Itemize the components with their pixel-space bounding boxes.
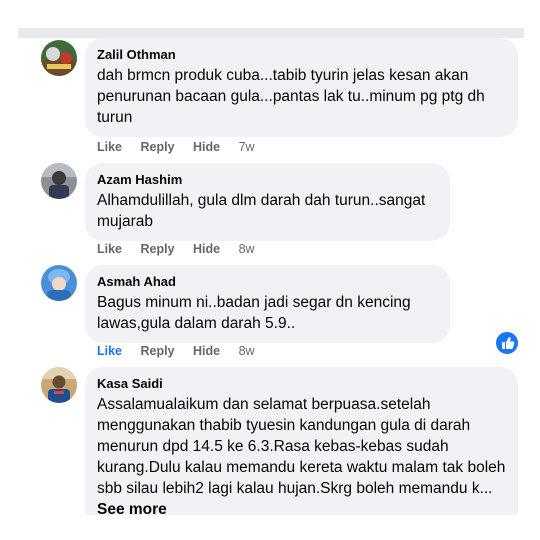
reply-button[interactable]: Reply — [141, 140, 175, 154]
like-button[interactable]: Like — [97, 344, 122, 358]
avatar[interactable] — [41, 367, 77, 403]
like-thumb-icon[interactable] — [494, 330, 520, 356]
comment-timestamp[interactable]: 7w — [239, 140, 255, 154]
hide-button[interactable]: Hide — [193, 344, 220, 358]
like-button[interactable]: Like — [97, 140, 122, 154]
comment-actions: Like Reply Hide 7w — [97, 139, 270, 155]
comment-actions: Like Reply Hide 8w — [97, 343, 270, 359]
comment-bubble: Azam Hashim Alhamdulillah, gula dlm dara… — [85, 163, 450, 241]
comment-bubble: Kasa Saidi Assalamualaikum dan selamat b… — [85, 367, 518, 515]
hide-button[interactable]: Hide — [193, 140, 220, 154]
comment-author[interactable]: Asmah Ahad — [97, 273, 438, 290]
comment-text: Alhamdulillah, gula dlm darah dah turun.… — [97, 192, 426, 230]
comments-panel: Zalil Othman dah brmcn produk cuba...tab… — [18, 28, 524, 515]
hide-button[interactable]: Hide — [193, 242, 220, 256]
comment-author[interactable]: Zalil Othman — [97, 46, 506, 63]
comment-text-body: Assalamualaikum dan selamat berpuasa.set… — [97, 396, 506, 497]
reply-button[interactable]: Reply — [141, 242, 175, 256]
like-button[interactable]: Like — [97, 242, 122, 256]
avatar[interactable] — [41, 163, 77, 199]
comment-text: dah brmcn produk cuba...tabib tyurin jel… — [97, 67, 485, 126]
reply-button[interactable]: Reply — [141, 344, 175, 358]
avatar[interactable] — [41, 40, 77, 76]
avatar[interactable] — [41, 265, 77, 301]
comment-bubble: Zalil Othman dah brmcn produk cuba...tab… — [85, 38, 518, 137]
comment-timestamp[interactable]: 8w — [239, 344, 255, 358]
comment-text: Assalamualaikum dan selamat berpuasa.set… — [97, 394, 506, 515]
comment-timestamp[interactable]: 8w — [239, 242, 255, 256]
comment-bubble: Asmah Ahad Bagus minum ni..badan jadi se… — [85, 265, 450, 343]
see-more-link[interactable]: See more — [97, 501, 167, 515]
comment-author[interactable]: Kasa Saidi — [97, 375, 506, 392]
panel-top-bar — [18, 28, 524, 38]
comment-actions: Like Reply Hide 8w — [97, 241, 270, 257]
comment-text: Bagus minum ni..badan jadi segar dn kenc… — [97, 294, 411, 332]
comment-author[interactable]: Azam Hashim — [97, 171, 438, 188]
